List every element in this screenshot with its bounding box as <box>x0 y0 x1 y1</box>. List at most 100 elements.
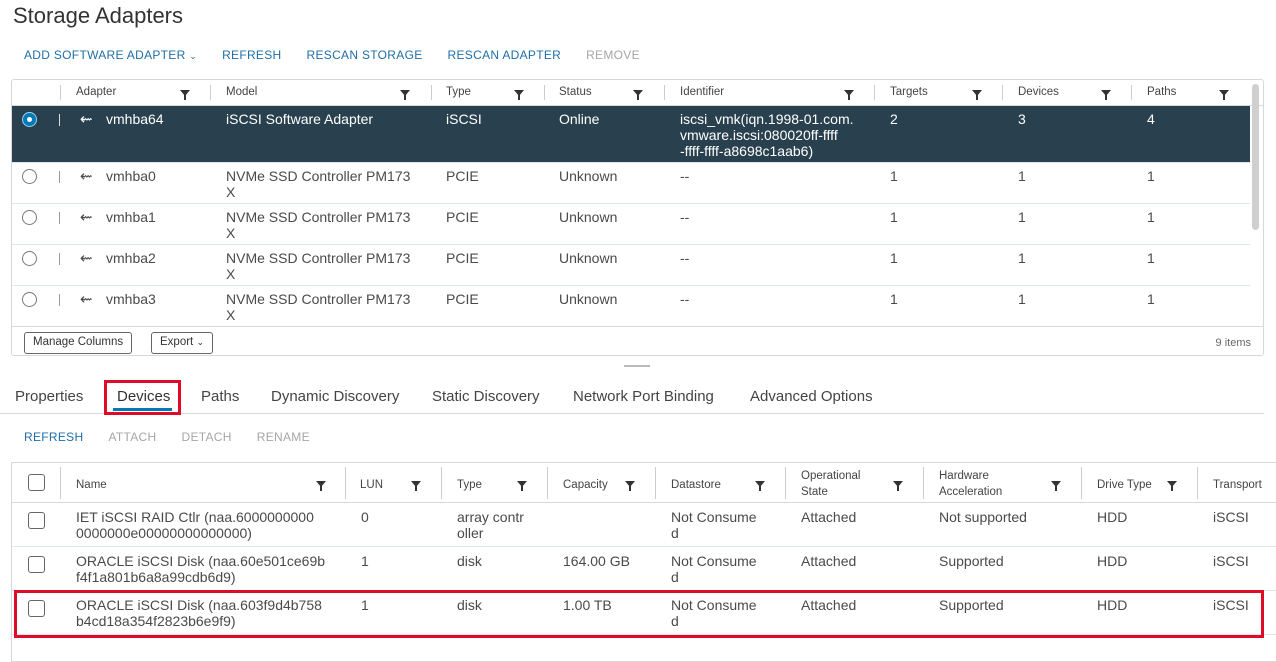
adapter-row[interactable]: ⇜ vmhba1 NVMe SSD Controller PM173 X PCIE Un… <box>12 204 1250 245</box>
adapter-type: PCIE <box>446 209 479 225</box>
adapter-targets: 1 <box>890 250 898 266</box>
add-software-adapter-button[interactable]: ADD SOFTWARE ADAPTER ⌄ <box>24 48 197 62</box>
column-header-type[interactable]: Type <box>446 80 471 105</box>
filter-icon[interactable] <box>400 90 410 100</box>
adapter-identifier: -- <box>680 168 690 184</box>
tab-paths[interactable]: Paths <box>201 388 239 405</box>
column-header-targets[interactable]: Targets <box>890 80 928 105</box>
tab-properties[interactable]: Properties <box>15 388 83 405</box>
filter-icon[interactable] <box>844 90 854 100</box>
adapter-status: Unknown <box>559 168 618 184</box>
tab-dynamic-discovery[interactable]: Dynamic Discovery <box>271 388 399 405</box>
tab-static-discovery[interactable]: Static Discovery <box>432 388 540 405</box>
device-operational-state: Attached <box>801 509 857 525</box>
filter-icon[interactable] <box>180 90 190 100</box>
remove-button: REMOVE <box>586 48 640 62</box>
adapter-targets: 1 <box>890 209 898 225</box>
adapter-paths: 1 <box>1147 209 1155 225</box>
device-lun: 1 <box>361 553 369 569</box>
row-radio[interactable] <box>22 292 37 307</box>
rescan-adapter-button[interactable]: RESCAN ADAPTER <box>448 48 562 62</box>
row-radio[interactable] <box>22 169 37 184</box>
adapters-scrollbar[interactable] <box>1252 84 1259 230</box>
device-row[interactable]: ORACLE iSCSI Disk (naa.60e501ce69b f4f1a… <box>12 547 1276 591</box>
column-header-status[interactable]: Status <box>559 80 592 105</box>
devices-refresh-button[interactable]: REFRESH <box>24 430 83 444</box>
adapter-toolbar: ADD SOFTWARE ADAPTER ⌄ REFRESH RESCAN ST… <box>24 48 665 62</box>
adapter-icon: ⇜ <box>80 291 93 308</box>
filter-icon[interactable] <box>1051 481 1061 491</box>
adapter-icon: ⇜ <box>80 111 93 128</box>
adapter-paths: 1 <box>1147 291 1155 307</box>
export-button[interactable]: Export ⌄ <box>151 332 213 354</box>
select-all-checkbox[interactable] <box>28 474 45 491</box>
device-lun: 0 <box>361 509 369 525</box>
rescan-storage-button[interactable]: RESCAN STORAGE <box>307 48 423 62</box>
device-hardware-acceleration: Not supported <box>939 509 1027 525</box>
adapter-devices: 1 <box>1018 168 1026 184</box>
adapter-row[interactable]: ⇜ vmhba3 NVMe SSD Controller PM173 X PCIE Un… <box>12 286 1250 327</box>
filter-icon[interactable] <box>633 90 643 100</box>
filter-icon[interactable] <box>517 481 527 491</box>
adapter-row[interactable]: ⇜ vmhba2 NVMe SSD Controller PM173 X PCIE Un… <box>12 245 1250 286</box>
filter-icon[interactable] <box>514 90 524 100</box>
column-header-hardware-acceleration[interactable]: Hardware Acceleration <box>939 468 1002 507</box>
column-header-paths[interactable]: Paths <box>1147 80 1176 105</box>
adapter-name: vmhba1 <box>106 209 156 225</box>
adapter-paths: 1 <box>1147 250 1155 266</box>
refresh-button[interactable]: REFRESH <box>222 48 281 62</box>
device-row[interactable]: IET iSCSI RAID Ctlr (naa.6000000000 0000… <box>12 503 1276 547</box>
adapter-model: iSCSI Software Adapter <box>226 111 374 127</box>
filter-icon[interactable] <box>316 481 326 491</box>
adapter-name: vmhba64 <box>106 111 164 127</box>
row-radio[interactable] <box>22 210 37 225</box>
filter-icon[interactable] <box>972 90 982 100</box>
adapter-status: Unknown <box>559 250 618 266</box>
adapters-grid-header: Adapter Model Type Status Identifier Tar… <box>12 80 1263 106</box>
column-header-identifier[interactable]: Identifier <box>680 80 724 105</box>
adapter-status: Unknown <box>559 291 618 307</box>
adapter-targets: 2 <box>890 111 898 127</box>
tab-advanced-options[interactable]: Advanced Options <box>750 388 873 405</box>
adapter-name: vmhba3 <box>106 291 156 307</box>
adapter-model: NVMe SSD Controller PM173 X <box>226 209 411 241</box>
adapter-row[interactable]: ⇜ vmhba64 iSCSI Software Adapter iSCSI Onlin… <box>12 106 1250 163</box>
adapter-paths: 1 <box>1147 168 1155 184</box>
device-type: disk <box>457 553 482 569</box>
device-datastore: Not Consume d <box>671 553 757 585</box>
row-checkbox[interactable] <box>28 512 45 529</box>
device-type: array contr oller <box>457 509 524 541</box>
adapter-devices: 1 <box>1018 291 1026 307</box>
highlight-selected-device-row <box>14 590 1264 638</box>
device-capacity: 164.00 GB <box>563 553 630 569</box>
adapter-identifier: -- <box>680 209 690 225</box>
filter-icon[interactable] <box>625 481 635 491</box>
attach-button: ATTACH <box>108 430 157 444</box>
filter-icon[interactable] <box>1219 90 1229 100</box>
filter-icon[interactable] <box>1167 481 1177 491</box>
manage-columns-button[interactable]: Manage Columns <box>24 332 133 354</box>
adapter-status: Unknown <box>559 209 618 225</box>
row-checkbox[interactable] <box>28 556 45 573</box>
filter-icon[interactable] <box>893 481 903 491</box>
adapter-targets: 1 <box>890 291 898 307</box>
tab-network-port-binding[interactable]: Network Port Binding <box>573 388 714 405</box>
adapter-status: Online <box>559 111 600 127</box>
filter-icon[interactable] <box>411 481 421 491</box>
column-header-model[interactable]: Model <box>226 80 257 105</box>
row-radio[interactable] <box>22 112 37 127</box>
adapter-model: NVMe SSD Controller PM173 X <box>226 291 411 323</box>
adapter-identifier: -- <box>680 250 690 266</box>
adapter-row[interactable]: ⇜ vmhba0 NVMe SSD Controller PM173 X PCIE Un… <box>12 163 1250 204</box>
filter-icon[interactable] <box>755 481 765 491</box>
column-header-devices[interactable]: Devices <box>1018 80 1059 105</box>
page-title: Storage Adapters <box>13 3 184 28</box>
filter-icon[interactable] <box>1101 90 1111 100</box>
device-hardware-acceleration: Supported <box>939 553 1004 569</box>
row-radio[interactable] <box>22 251 37 266</box>
column-header-adapter[interactable]: Adapter <box>76 80 116 105</box>
adapter-type: PCIE <box>446 250 479 266</box>
device-name: ORACLE iSCSI Disk (naa.60e501ce69b f4f1a… <box>76 553 326 585</box>
column-header-operational-state[interactable]: Operational State <box>801 468 860 507</box>
device-transport: iSCSI <box>1213 509 1249 525</box>
